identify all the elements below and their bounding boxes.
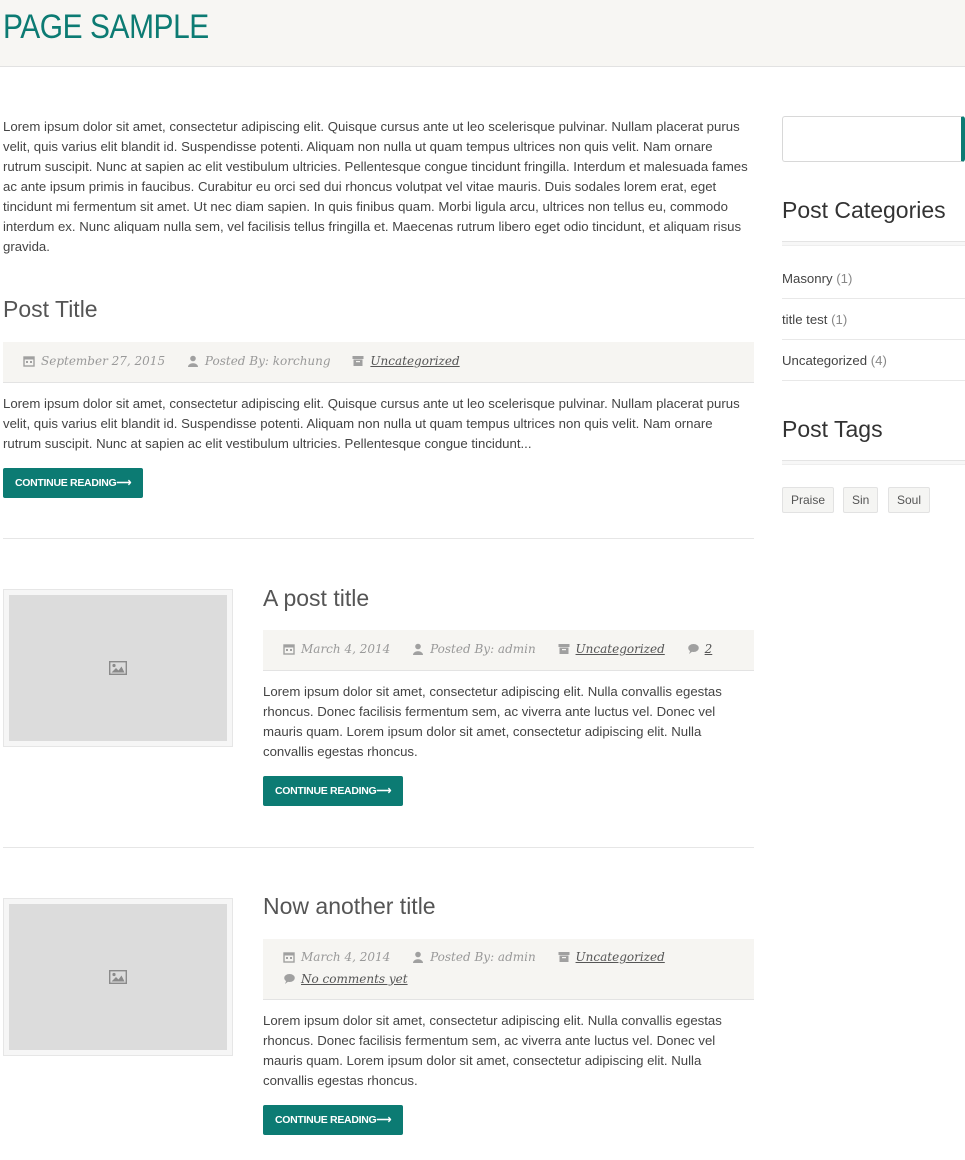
post-excerpt: Lorem ipsum dolor sit amet, consectetur … — [3, 396, 740, 451]
post-title[interactable]: A post title — [263, 585, 369, 612]
post-thumbnail[interactable] — [3, 898, 233, 1056]
widget-divider — [782, 241, 965, 246]
post-author: Posted By: admin — [412, 947, 536, 967]
post-divider — [3, 538, 754, 539]
archive-icon — [352, 356, 364, 366]
categories-widget-title: Post Categories — [782, 197, 946, 223]
user-icon — [187, 355, 198, 367]
post-date: March 4, 2014 — [283, 642, 390, 656]
post-excerpt: Lorem ipsum dolor sit amet, consectetur … — [263, 1013, 722, 1088]
search-input[interactable] — [782, 116, 965, 162]
user-icon — [413, 951, 424, 963]
comments-link[interactable]: 2 — [705, 642, 713, 656]
category-item[interactable]: Masonry (1) — [782, 258, 965, 299]
archive-icon — [558, 644, 570, 654]
post-comments: 2 — [687, 642, 713, 656]
category-link[interactable]: Uncategorized — [576, 642, 665, 656]
post-author: Posted By: korchung — [187, 354, 331, 368]
intro-text: Lorem ipsum dolor sit amet, consectetur … — [3, 119, 748, 254]
page-title: PAGE SAMPLE — [3, 8, 209, 46]
category-link[interactable]: Uncategorized — [576, 947, 665, 967]
tags-widget-title: Post Tags — [782, 416, 883, 442]
post-thumbnail[interactable] — [3, 589, 233, 747]
post-date: March 4, 2014 — [283, 947, 390, 967]
widget-divider — [782, 460, 965, 465]
page-header: PAGE SAMPLE — [0, 0, 965, 67]
archive-icon — [558, 952, 570, 962]
tag-praise[interactable]: Praise — [782, 487, 835, 513]
continue-reading-button[interactable]: CONTINUE READING⟶ — [263, 776, 404, 806]
tag-soul[interactable]: Soul — [888, 487, 931, 513]
tag-sin[interactable]: Sin — [843, 487, 879, 513]
post-category: Uncategorized — [558, 947, 665, 967]
category-item[interactable]: Uncategorized (4) — [782, 340, 965, 381]
post-title[interactable]: Now another title — [263, 893, 436, 920]
post-meta: March 4, 2014 Posted By: admin Uncategor… — [263, 939, 754, 1000]
post-comments: No comments yet — [283, 969, 408, 989]
category-item[interactable]: title test (1) — [782, 299, 965, 340]
category-link[interactable]: Uncategorized — [370, 354, 459, 368]
calendar-icon — [283, 952, 295, 963]
continue-reading-button[interactable]: CONTINUE READING⟶ — [3, 468, 144, 498]
post-divider — [3, 847, 754, 848]
image-placeholder-icon — [109, 661, 127, 675]
post-category: Uncategorized — [558, 642, 665, 656]
comments-link[interactable]: No comments yet — [301, 969, 408, 989]
post-title[interactable]: Post Title — [3, 296, 98, 323]
calendar-icon — [283, 644, 295, 655]
comment-icon — [687, 644, 699, 654]
post-category: Uncategorized — [352, 354, 460, 368]
continue-reading-button[interactable]: CONTINUE READING⟶ — [263, 1105, 404, 1135]
post-meta: September 27, 2015 Posted By: korchung U… — [3, 342, 754, 383]
post-date: September 27, 2015 — [23, 354, 165, 368]
user-icon — [413, 643, 424, 655]
post-meta: March 4, 2014 Posted By: admin Uncategor… — [263, 630, 754, 671]
comment-icon — [284, 974, 295, 984]
post-author: Posted By: admin — [412, 642, 536, 656]
image-placeholder-icon — [109, 970, 127, 984]
calendar-icon — [23, 356, 35, 367]
post-excerpt: Lorem ipsum dolor sit amet, consectetur … — [263, 684, 722, 759]
